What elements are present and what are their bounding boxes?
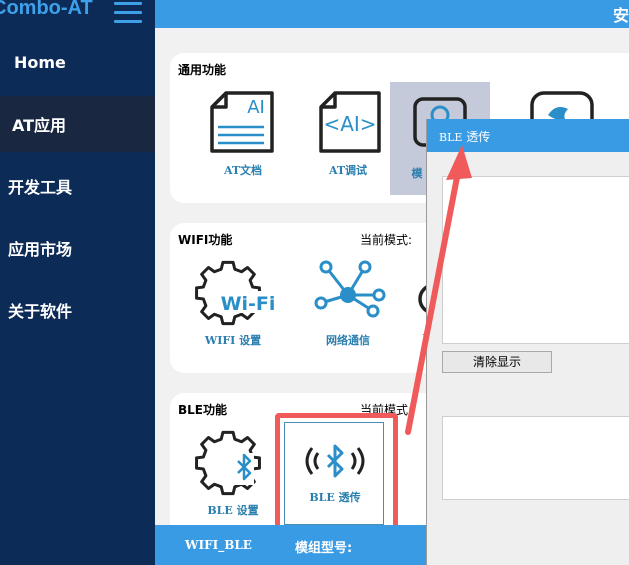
window-title: BLE 透传: [439, 130, 491, 144]
window-titlebar[interactable]: BLE 透传: [427, 119, 629, 152]
top-bar: 安: [155, 0, 629, 28]
app-brand: Combo-AT: [0, 0, 93, 19]
panel-title: 通用功能: [178, 63, 227, 77]
tile-label: BLE 设置: [207, 504, 259, 517]
hamburger-menu-icon[interactable]: [114, 2, 142, 24]
tile-label: WIFI 设置: [204, 334, 262, 347]
ai-document-icon: AI: [210, 91, 274, 153]
tile-ble-settings[interactable]: BLE 设置: [188, 425, 278, 535]
panel-title: BLE功能: [178, 403, 227, 417]
svg-text:<AI>: <AI>: [323, 112, 376, 136]
svg-text:AI: AI: [247, 97, 265, 118]
sidebar-item-app-market[interactable]: 应用市场: [0, 220, 155, 276]
ble-transparent-window: BLE 透传 清除显示: [426, 119, 629, 565]
brand-bar: Combo-AT: [0, 0, 155, 28]
sidebar-item-dev-tools[interactable]: 开发工具: [0, 158, 155, 214]
ai-debug-icon: <AI>: [319, 91, 381, 153]
module-model-value: WIFI_BLE: [185, 538, 252, 552]
receive-display-area[interactable]: [442, 176, 629, 344]
wifi-settings-icon: Wi-Fi: [195, 260, 276, 326]
module-model-label: 模组型号:: [295, 541, 353, 556]
top-title: 安: [612, 6, 629, 25]
ble-settings-icon: [195, 430, 261, 496]
clear-display-button[interactable]: 清除显示: [442, 351, 552, 373]
sidebar: Combo-AT Home AT应用 开发工具 应用市场 关于软件: [0, 0, 155, 565]
tile-label: AT文档: [223, 164, 263, 177]
network-icon: [314, 260, 386, 318]
sidebar-item-about[interactable]: 关于软件: [0, 282, 155, 338]
sidebar-item-home[interactable]: Home: [0, 34, 155, 90]
sidebar-item-at-app[interactable]: AT应用: [0, 96, 155, 152]
send-input-area[interactable]: [442, 416, 629, 500]
highlight-box: [275, 413, 398, 530]
tile-network[interactable]: 网络通信: [303, 255, 393, 365]
current-mode-label: 当前模式:: [360, 233, 413, 247]
tile-label: 网络通信: [326, 334, 370, 347]
panel-title: WIFI功能: [178, 233, 233, 247]
tile-at-doc[interactable]: AI AT文档: [198, 85, 288, 195]
svg-text:Wi-Fi: Wi-Fi: [221, 293, 276, 315]
tile-wifi-settings[interactable]: Wi-Fi WIFI 设置: [188, 255, 278, 365]
